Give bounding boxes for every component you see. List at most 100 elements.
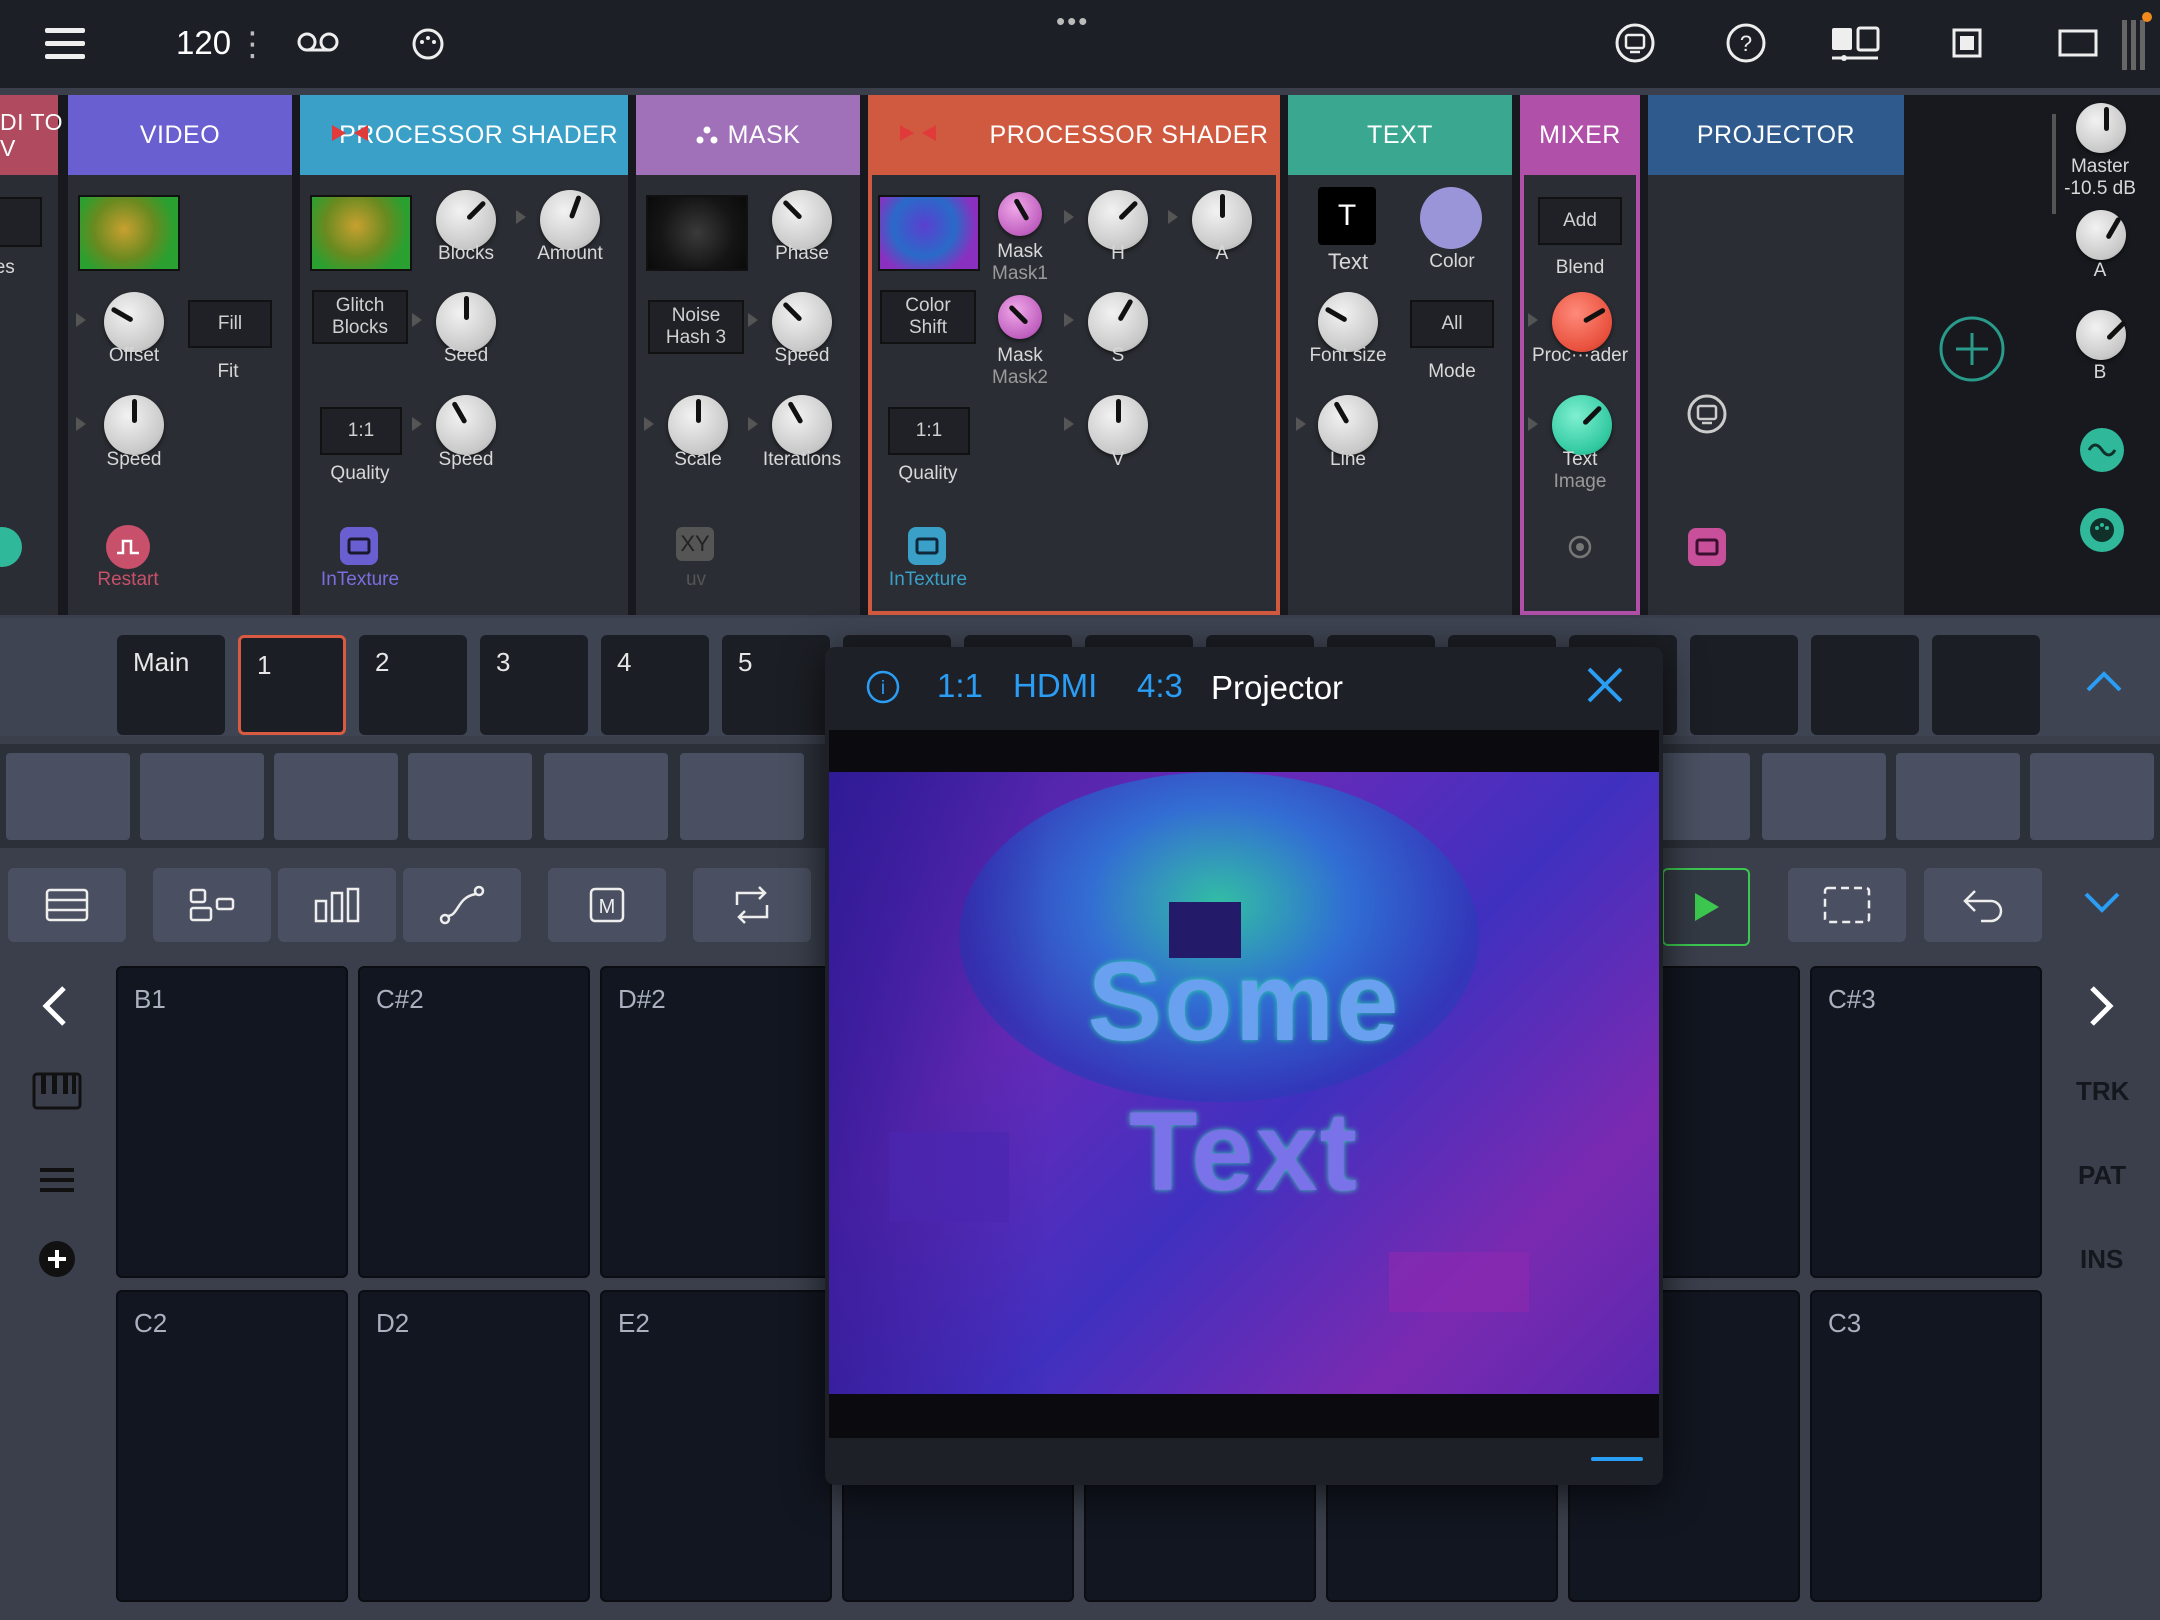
speed-knob[interactable]	[104, 395, 164, 455]
offset-knob[interactable]	[104, 292, 164, 352]
pad-d-sharp-2[interactable]: D#2	[600, 966, 832, 1278]
chevron-up-icon[interactable]	[2084, 668, 2124, 699]
menu-icon[interactable]	[44, 22, 86, 64]
mask1-knob[interactable]	[998, 192, 1042, 236]
master-knob[interactable]	[2076, 103, 2126, 153]
mask2-knob[interactable]	[998, 295, 1042, 339]
add-input-icon[interactable]	[1568, 535, 1592, 564]
color-shift-button[interactable]: Color Shift	[880, 290, 976, 344]
restart-icon[interactable]	[106, 525, 150, 569]
partial-box[interactable]	[0, 197, 42, 247]
display-icon[interactable]	[1614, 22, 1656, 64]
scale-knob[interactable]	[668, 395, 728, 455]
step-cell[interactable]	[274, 753, 398, 840]
fullscreen-icon[interactable]	[1952, 28, 1982, 58]
aspect-button[interactable]: 4:3	[1137, 667, 1183, 705]
midi-icon[interactable]	[410, 26, 446, 62]
scene-slot[interactable]	[1811, 635, 1919, 735]
projector-display-icon[interactable]	[1686, 393, 1728, 440]
piano-icon[interactable]	[32, 1072, 82, 1115]
close-icon[interactable]	[1585, 665, 1625, 710]
iterations-knob[interactable]	[772, 395, 832, 455]
scene-slot[interactable]	[1932, 635, 2040, 735]
list-icon[interactable]	[40, 1166, 74, 1199]
xy-icon[interactable]: XY	[676, 527, 714, 561]
phase-knob[interactable]	[772, 190, 832, 250]
v-knob[interactable]	[1088, 395, 1148, 455]
macro-button[interactable]: M	[548, 868, 666, 942]
play-button[interactable]	[1662, 868, 1750, 946]
help-icon[interactable]: ?	[1725, 22, 1767, 64]
list-view-button[interactable]	[8, 868, 126, 942]
mask-speed-knob[interactable]	[772, 292, 832, 352]
glitch-blocks-button[interactable]: Glitch Blocks	[312, 290, 408, 344]
pad-b1[interactable]: B1	[116, 966, 348, 1278]
pad-e2[interactable]: E2	[600, 1290, 832, 1602]
ratio-button[interactable]: 1:1	[937, 667, 983, 705]
proc2-intexture-icon[interactable]	[908, 527, 946, 565]
info-icon[interactable]: i	[865, 669, 901, 710]
step-cell[interactable]	[140, 753, 264, 840]
scene-3[interactable]: 3	[480, 635, 588, 735]
chevron-right-icon[interactable]	[2088, 984, 2116, 1033]
trk-button[interactable]: TRK	[2076, 1076, 2129, 1107]
proc1-ratio-button[interactable]: 1:1	[320, 407, 402, 455]
scene-1[interactable]: 1	[238, 635, 346, 735]
mask-thumbnail[interactable]	[646, 195, 748, 271]
output-button[interactable]: HDMI	[1013, 667, 1097, 705]
blocks-knob[interactable]	[436, 190, 496, 250]
loop-record-icon[interactable]	[296, 26, 340, 60]
procader-knob[interactable]	[1552, 292, 1612, 352]
step-cell[interactable]	[1762, 753, 1886, 840]
undo-button[interactable]	[1924, 868, 2042, 942]
pad-c2[interactable]: C2	[116, 1290, 348, 1602]
scene-main[interactable]: Main	[117, 635, 225, 735]
tempo-value[interactable]: 120	[176, 24, 231, 62]
chevron-left-icon[interactable]	[40, 984, 68, 1033]
color-swatch[interactable]	[1420, 187, 1482, 249]
scene-5[interactable]: 5	[722, 635, 830, 735]
font-size-knob[interactable]	[1318, 292, 1378, 352]
scene-slot[interactable]	[1690, 635, 1798, 735]
layout-icon[interactable]	[1830, 24, 1882, 62]
proc1-thumbnail[interactable]	[310, 195, 412, 271]
seed-knob[interactable]	[436, 292, 496, 352]
proc1-intexture-icon[interactable]	[340, 527, 378, 565]
step-cell[interactable]	[680, 753, 804, 840]
partial-toggle-icon[interactable]	[0, 527, 22, 567]
noise-hash-button[interactable]: Noise Hash 3	[648, 300, 744, 354]
master-b-knob[interactable]	[2076, 310, 2126, 360]
fill-button[interactable]: Fill	[188, 300, 272, 348]
s-knob[interactable]	[1088, 292, 1148, 352]
automation-button[interactable]	[403, 868, 521, 942]
select-button[interactable]	[1788, 868, 1906, 942]
add-blend-button[interactable]: Add	[1538, 197, 1622, 245]
window-icon[interactable]	[2058, 28, 2098, 58]
scene-2[interactable]: 2	[359, 635, 467, 735]
proc2-ratio-button[interactable]: 1:1	[888, 407, 970, 455]
mixer-view-button[interactable]	[278, 868, 396, 942]
a-knob[interactable]	[1192, 190, 1252, 250]
midi-device-icon[interactable]	[2080, 508, 2124, 552]
step-cell[interactable]	[6, 753, 130, 840]
chevron-down-icon[interactable]	[2082, 890, 2122, 921]
more-dots-icon[interactable]: •••	[1056, 6, 1089, 37]
pad-c-sharp-2[interactable]: C#2	[358, 966, 590, 1278]
video-thumbnail[interactable]	[78, 195, 180, 271]
add-module-icon[interactable]	[1938, 315, 2006, 388]
projector-input-icon[interactable]	[1688, 528, 1726, 566]
loop-button[interactable]	[693, 868, 811, 942]
mode-all-button[interactable]: All	[1410, 300, 1494, 348]
text-glyph-icon[interactable]: T	[1318, 187, 1376, 245]
pad-d2[interactable]: D2	[358, 1290, 590, 1602]
text-image-knob[interactable]	[1552, 395, 1612, 455]
amount-knob[interactable]	[540, 190, 600, 250]
step-cell[interactable]	[408, 753, 532, 840]
add-icon[interactable]	[38, 1240, 76, 1283]
ins-button[interactable]: INS	[2080, 1244, 2123, 1275]
line-knob[interactable]	[1318, 395, 1378, 455]
step-cell[interactable]	[1896, 753, 2020, 840]
pad-c-sharp-3[interactable]: C#3	[1810, 966, 2042, 1278]
step-cell[interactable]	[2030, 753, 2154, 840]
step-cell[interactable]	[544, 753, 668, 840]
